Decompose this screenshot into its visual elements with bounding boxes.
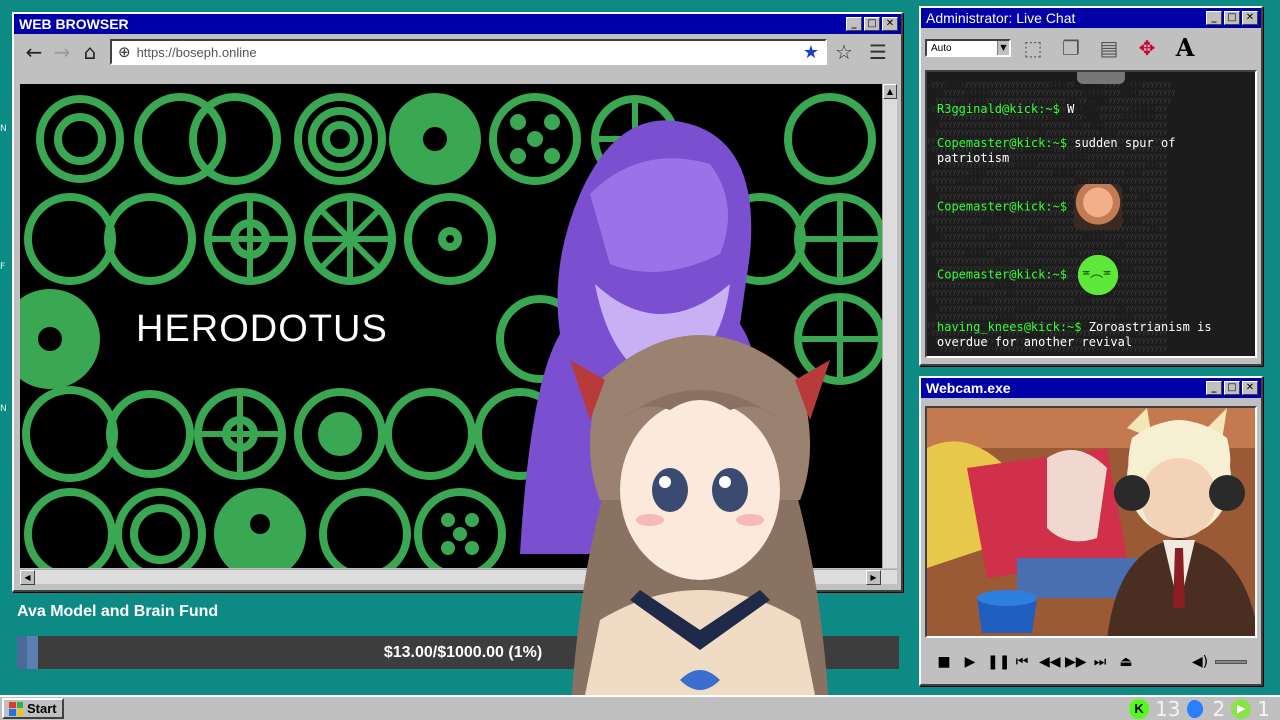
- home-icon[interactable]: ⌂: [76, 38, 104, 66]
- webcam-window: Webcam.exe _ □ ✕ ■ ▶ ❚❚ ⏮ ◀◀ ▶▶ ⏭ ⏏ ◀): [919, 376, 1263, 686]
- desktop-icon-edge-1[interactable]: N: [0, 124, 10, 134]
- scroll-up-arrow-icon[interactable]: ▲: [883, 84, 897, 99]
- chat-username[interactable]: R3gginald@kick:~$: [937, 102, 1060, 116]
- chat-titlebar[interactable]: Administrator: Live Chat _ □ ✕: [921, 8, 1261, 28]
- user-avatar-partial: [1077, 72, 1125, 84]
- stop-icon[interactable]: ■: [935, 653, 953, 671]
- globe-icon: ⊕: [118, 43, 131, 61]
- start-button[interactable]: Start: [2, 698, 64, 719]
- chat-message: Copemaster@kick:~$: [937, 252, 1249, 298]
- copy-icon[interactable]: ❐: [1055, 33, 1087, 63]
- sick-emote-icon: [1074, 252, 1123, 298]
- minimize-button[interactable]: _: [1206, 11, 1222, 25]
- desktop-icon-edge-3[interactable]: N: [0, 404, 10, 414]
- chat-message: having_knees@kick:~$ Zoroastrianism is o…: [937, 320, 1249, 350]
- browser-titlebar[interactable]: WEB BROWSER _ □ ✕: [14, 14, 901, 34]
- kick-count: 13: [1155, 696, 1181, 720]
- favorites-star-icon[interactable]: ☆: [827, 40, 861, 64]
- chat-title: Administrator: Live Chat: [926, 10, 1076, 26]
- select-region-icon[interactable]: ⬚: [1017, 33, 1049, 63]
- move-icon[interactable]: ✥: [1131, 33, 1163, 63]
- moon-icon[interactable]: [1186, 698, 1207, 719]
- chat-username[interactable]: Copemaster@kick:~$: [937, 268, 1067, 282]
- webcam-video: [925, 406, 1257, 638]
- paste-icon[interactable]: ▤: [1093, 33, 1125, 63]
- chat-username[interactable]: Copemaster@kick:~$: [937, 136, 1067, 150]
- webcam-scene: [927, 408, 1255, 636]
- skip-back-icon[interactable]: ⏮: [1013, 653, 1031, 671]
- volume-slider[interactable]: [1215, 660, 1247, 664]
- moon-count: 2: [1212, 696, 1226, 720]
- chat-text: W: [1067, 102, 1075, 116]
- windows-logo-icon: [9, 701, 23, 716]
- webcam-titlebar[interactable]: Webcam.exe _ □ ✕: [921, 378, 1261, 398]
- browser-title: WEB BROWSER: [19, 16, 129, 32]
- forward-icon[interactable]: →: [48, 38, 76, 66]
- media-controls: ■ ▶ ❚❚ ⏮ ◀◀ ▶▶ ⏭ ⏏ ◀): [925, 646, 1257, 678]
- skip-forward-icon[interactable]: ⏭: [1091, 653, 1109, 671]
- eject-icon[interactable]: ⏏: [1117, 653, 1135, 671]
- webcam-title: Webcam.exe: [926, 380, 1011, 396]
- vertical-scrollbar[interactable]: ▲: [882, 84, 897, 568]
- close-button[interactable]: ✕: [882, 17, 898, 31]
- pause-icon[interactable]: ❚❚: [987, 653, 1010, 671]
- font-size-select[interactable]: Auto ▼: [925, 39, 1011, 57]
- kick-icon[interactable]: K: [1129, 698, 1150, 719]
- desktop-icon-edge-2[interactable]: F: [0, 262, 10, 272]
- maximize-button[interactable]: □: [864, 17, 880, 31]
- url-text[interactable]: https://boseph.online: [137, 45, 803, 60]
- maximize-button[interactable]: □: [1224, 381, 1240, 395]
- face-emote-icon: [1074, 184, 1123, 230]
- taskbar: Start K 13 2 ▶ 1: [0, 695, 1280, 720]
- close-button[interactable]: ✕: [1242, 381, 1258, 395]
- chevron-down-icon[interactable]: ▼: [997, 41, 1009, 55]
- play-icon[interactable]: ▶: [961, 653, 979, 671]
- slide-title: HERODOTUS: [136, 308, 388, 350]
- fund-label: Ava Model and Brain Fund: [17, 603, 219, 620]
- chat-username[interactable]: having_knees@kick:~$: [937, 320, 1082, 334]
- font-icon[interactable]: A: [1169, 33, 1201, 63]
- volume-control[interactable]: ◀): [1191, 653, 1247, 671]
- font-size-value: Auto: [931, 42, 952, 54]
- hamburger-menu-icon[interactable]: ☰: [861, 40, 895, 64]
- system-tray: K 13 2 ▶ 1: [1129, 697, 1280, 720]
- chat-log[interactable]: .yyy: .:yyyyyyyyyyyyyyyyyyyy::::yy.. .yy…: [925, 70, 1257, 358]
- chat-message: R3gginald@kick:~$ W: [937, 102, 1249, 117]
- play-count: 1: [1257, 696, 1270, 720]
- minimize-button[interactable]: _: [1206, 381, 1222, 395]
- chat-toolbar: Auto ▼ ⬚ ❐ ▤ ✥ A: [921, 28, 1261, 68]
- start-label: Start: [27, 701, 57, 716]
- scroll-left-arrow-icon[interactable]: ◀: [20, 570, 35, 585]
- close-button[interactable]: ✕: [1242, 11, 1258, 25]
- minimize-button[interactable]: _: [846, 17, 862, 31]
- chat-username[interactable]: Copemaster@kick:~$: [937, 200, 1067, 214]
- speaker-icon[interactable]: ◀): [1191, 653, 1209, 671]
- chat-message: Copemaster@kick:~$: [937, 184, 1249, 230]
- address-bar[interactable]: ⊕ https://boseph.online ★: [110, 39, 827, 65]
- maximize-button[interactable]: □: [1224, 11, 1240, 25]
- fast-forward-icon[interactable]: ▶▶: [1065, 653, 1087, 671]
- play-circle-icon[interactable]: ▶: [1231, 698, 1252, 719]
- rewind-icon[interactable]: ◀◀: [1039, 653, 1061, 671]
- bookmark-star-icon[interactable]: ★: [803, 42, 819, 63]
- back-icon[interactable]: ←: [20, 38, 48, 66]
- live-chat-window: Administrator: Live Chat _ □ ✕ Auto ▼ ⬚ …: [919, 6, 1263, 366]
- chat-message: Copemaster@kick:~$ sudden spur of patrio…: [937, 136, 1249, 166]
- vtuber-avatar: [570, 335, 830, 720]
- browser-navbar: ← → ⌂ ⊕ https://boseph.online ★ ☆ ☰: [14, 34, 901, 70]
